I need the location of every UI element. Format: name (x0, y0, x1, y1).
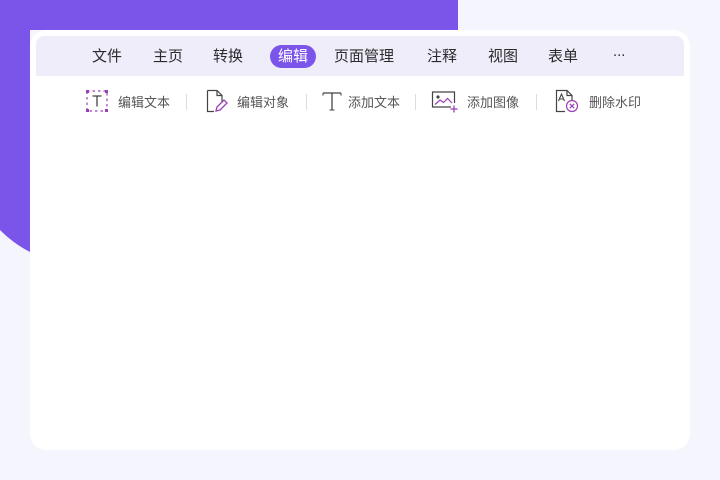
add-text-label: 添加文本 (348, 95, 401, 111)
toolbar-divider (186, 94, 187, 110)
edit-text-label: 编辑文本 (118, 95, 171, 111)
app-window: 文件 主页 转换 编辑 页面管理 注释 视图 表单 ··· 编辑文本 编辑对象 … (30, 30, 690, 450)
menu-view[interactable]: 视图 (488, 45, 518, 68)
menu-home[interactable]: 主页 (153, 45, 183, 68)
add-image-label: 添加图像 (467, 95, 520, 111)
edit-text-button[interactable]: 编辑文本 (85, 89, 170, 113)
toolbar-divider (415, 94, 416, 110)
add-image-button[interactable]: 添加图像 (431, 89, 519, 113)
menu-annotate[interactable]: 注释 (427, 45, 457, 68)
toolbar-divider (306, 94, 307, 110)
edit-text-icon (86, 90, 108, 112)
edit-toolbar: 编辑文本 编辑对象 添加文本 添加图像 删除水印 (30, 84, 690, 118)
menu-file[interactable]: 文件 (92, 45, 122, 68)
add-text-icon (322, 92, 342, 111)
toolbar-divider (536, 94, 537, 110)
edit-object-icon (206, 89, 228, 113)
menu-bar: 文件 主页 转换 编辑 页面管理 注释 视图 表单 ··· (36, 36, 684, 76)
add-image-icon (431, 91, 458, 113)
menu-page-management[interactable]: 页面管理 (334, 45, 394, 68)
menu-more[interactable]: ··· (613, 45, 625, 68)
edit-object-label: 编辑对象 (237, 95, 290, 111)
remove-watermark-button[interactable]: 删除水印 (554, 89, 641, 113)
menu-edit[interactable]: 编辑 (270, 45, 317, 68)
edit-object-button[interactable]: 编辑对象 (204, 89, 289, 113)
menu-convert[interactable]: 转换 (213, 45, 243, 68)
remove-watermark-label: 删除水印 (589, 95, 642, 111)
menu-form[interactable]: 表单 (548, 45, 578, 68)
remove-watermark-icon (555, 89, 579, 113)
add-text-button[interactable]: 添加文本 (320, 89, 400, 113)
